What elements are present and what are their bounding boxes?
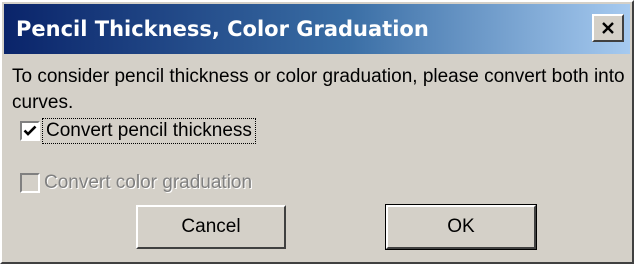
convert-pencil-thickness-label[interactable]: Convert pencil thickness <box>42 118 256 144</box>
title-bar[interactable]: Pencil Thickness, Color Graduation <box>4 4 630 54</box>
convert-pencil-thickness-checkbox[interactable] <box>20 121 40 141</box>
dialog-window: Pencil Thickness, Color Graduation To co… <box>0 0 634 264</box>
close-button[interactable] <box>592 14 624 42</box>
cancel-button[interactable]: Cancel <box>136 205 286 249</box>
window-title: Pencil Thickness, Color Graduation <box>16 17 429 41</box>
convert-color-graduation-option: Convert color graduation <box>20 172 252 194</box>
convert-pencil-thickness-option[interactable]: Convert pencil thickness <box>20 118 256 144</box>
convert-color-graduation-label: Convert color graduation <box>44 172 253 193</box>
message-text: To consider pencil thickness or color gr… <box>12 66 625 113</box>
ok-button[interactable]: OK <box>385 204 537 250</box>
close-icon <box>602 22 614 34</box>
convert-color-graduation-checkbox <box>20 173 40 193</box>
checkmark-icon <box>23 125 37 136</box>
